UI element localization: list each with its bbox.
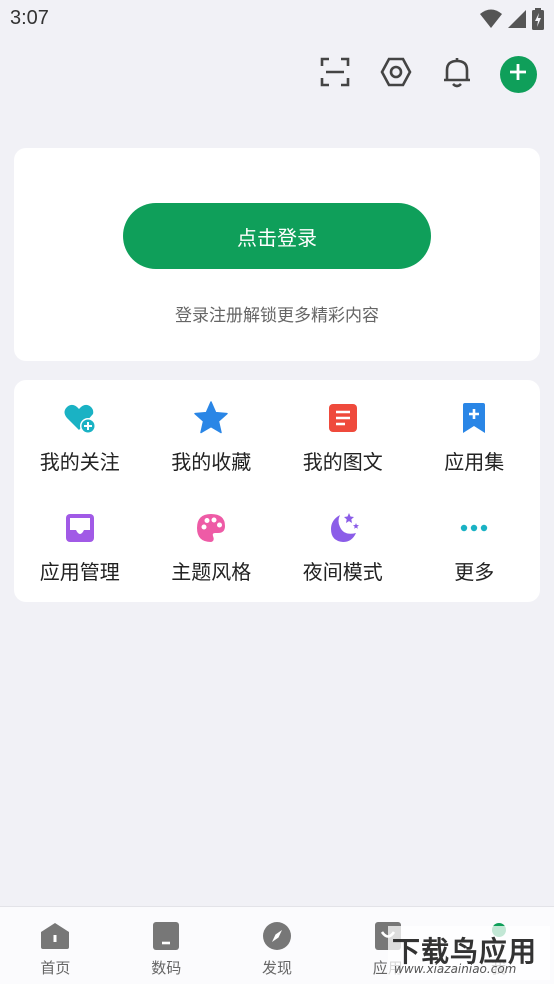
bell-icon [442,56,472,92]
status-icons [480,8,544,34]
wifi-icon [480,9,502,33]
feature-posts[interactable]: 我的图文 [277,400,409,486]
battery-icon [532,8,544,34]
top-toolbar [296,52,540,96]
login-button[interactable]: 点击登录 [123,203,431,269]
home-icon [40,921,70,951]
feature-label: 应用集 [444,450,505,474]
feature-label: 主题风格 [171,560,252,584]
document-icon [325,400,361,436]
feature-night-mode[interactable]: 夜间模式 [277,510,409,596]
feature-label: 我的收藏 [171,450,252,474]
settings-button[interactable] [374,52,418,96]
star-icon [193,400,229,436]
feature-grid: 我的关注 我的收藏 我的图文 应用集 应用管理 主题风格 夜间模式 更多 [14,400,540,596]
feature-label: 我的图文 [302,450,383,474]
feature-label: 应用管理 [39,560,120,584]
feature-label: 我的关注 [39,450,120,474]
nav-label: 发现 [261,959,292,977]
notifications-button[interactable] [435,52,479,96]
scan-button[interactable] [313,52,357,96]
status-time: 3:07 [10,7,49,29]
heart-plus-icon [62,400,98,436]
watermark: 下载鸟应用 www.xiazainiao.com [388,926,550,980]
device-icon [151,921,181,951]
feature-label: 更多 [454,560,495,584]
palette-icon [193,510,229,546]
plus-icon [509,63,527,85]
nav-discover[interactable]: 发现 [222,907,333,984]
feature-theme[interactable]: 主题风格 [146,510,278,596]
compass-icon [262,921,292,951]
watermark-sub: www.xiazainiao.com [394,962,517,976]
login-card: 点击登录 登录注册解锁更多精彩内容 [14,148,540,361]
signal-icon [508,9,526,33]
feature-app-manager[interactable]: 应用管理 [14,510,146,596]
add-button[interactable] [496,52,540,96]
login-hint: 登录注册解锁更多精彩内容 [175,306,379,326]
gear-icon [380,56,412,92]
add-circle [499,55,537,93]
scan-icon [319,56,351,92]
nav-label: 首页 [40,959,71,977]
feature-grid-card: 我的关注 我的收藏 我的图文 应用集 应用管理 主题风格 夜间模式 更多 [14,380,540,602]
feature-label: 夜间模式 [302,560,383,584]
moon-stars-icon [325,510,361,546]
nav-label: 数码 [151,959,182,977]
more-dots-icon [456,510,492,546]
inbox-icon [62,510,98,546]
bookmark-plus-icon [456,400,492,436]
nav-home[interactable]: 首页 [0,907,111,984]
feature-favorites[interactable]: 我的收藏 [146,400,278,486]
status-bar: 3:07 [0,0,554,36]
feature-more[interactable]: 更多 [409,510,541,596]
nav-digital[interactable]: 数码 [111,907,222,984]
feature-app-collection[interactable]: 应用集 [409,400,541,486]
feature-following[interactable]: 我的关注 [14,400,146,486]
